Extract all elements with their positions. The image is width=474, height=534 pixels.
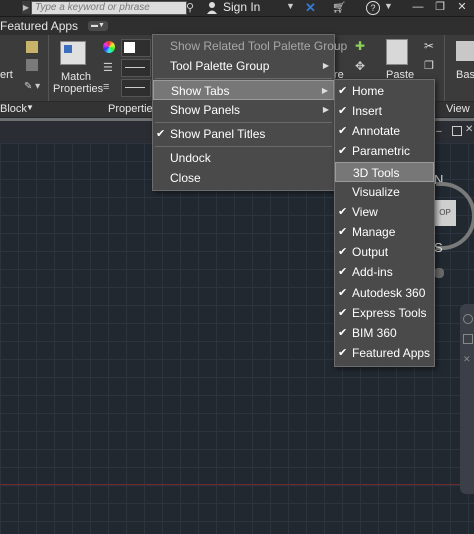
checkmark-icon: ✔ [338, 226, 348, 238]
checkmark-icon: ✔ [338, 347, 348, 359]
chevron-down-icon[interactable]: ▼ [26, 103, 34, 112]
checkmark-icon: ✔ [338, 246, 348, 258]
wcs-menu-button[interactable] [434, 268, 444, 278]
ribbon-tab-row: Featured Apps ▬▼ [0, 17, 474, 35]
submenu-item-annotate[interactable]: ✔ Annotate [335, 121, 434, 141]
block-panel-title[interactable]: Block [0, 103, 27, 115]
checkmark-icon: ✔ [338, 266, 348, 278]
sign-in-link[interactable]: Sign In [223, 0, 260, 14]
select-similar-icon[interactable]: ✥ [355, 59, 365, 73]
viewcube[interactable]: N OP S [434, 172, 474, 292]
submenu-item-add-ins[interactable]: ✔ Add-ins [335, 262, 434, 282]
submenu-item-3d-tools[interactable]: 3D Tools [335, 162, 434, 182]
search-expand-icon[interactable]: ▶ [22, 1, 30, 14]
chevron-down-icon[interactable]: ▼ [286, 1, 295, 11]
submenu-item-home[interactable]: ✔ Home [335, 81, 434, 101]
submenu-arrow-icon: ▶ [322, 61, 329, 70]
checkmark-icon: ✔ [338, 307, 348, 319]
checkmark-icon: ✔ [338, 105, 348, 117]
submenu-item-autodesk-360[interactable]: ✔ Autodesk 360 [335, 283, 434, 303]
linetype-icon[interactable]: ☰ [103, 61, 113, 74]
add-selected-icon[interactable]: ✚ [355, 39, 365, 53]
menu-item-tool-palette-group[interactable]: Tool Palette Group ▶ [153, 56, 334, 76]
ribbon-toggle-button[interactable]: ▬▼ [88, 21, 108, 31]
restore-icon[interactable]: ❐ [430, 0, 450, 14]
viewcube-top-face[interactable]: OP [434, 200, 456, 226]
match-label[interactable]: Match [61, 71, 91, 83]
minimize-icon[interactable]: — [408, 0, 428, 14]
cut-icon[interactable]: ✂ [424, 39, 434, 53]
checkmark-icon: ✔ [338, 85, 348, 97]
submenu-item-featured-apps[interactable]: ✔ Featured Apps [335, 343, 434, 363]
steering-wheel-icon[interactable] [463, 314, 473, 324]
properties-panel-title[interactable]: Properties [108, 103, 158, 115]
color-wheel-icon[interactable] [103, 41, 115, 53]
menu-separator [155, 122, 332, 123]
edit-block-icon[interactable] [26, 59, 38, 71]
exchange-x-icon[interactable]: ✕ [305, 0, 316, 16]
binoculars-icon[interactable]: ⚲ [186, 1, 194, 14]
paste-icon[interactable] [386, 39, 408, 65]
copy-icon[interactable]: ❐ [424, 59, 434, 72]
menu-item-show-panels[interactable]: Show Panels ▶ [153, 100, 334, 120]
submenu-item-visualize[interactable]: Visualize [335, 182, 434, 202]
submenu-item-view[interactable]: ✔ View [335, 202, 434, 222]
submenu-item-manage[interactable]: ✔ Manage [335, 222, 434, 242]
menu-item-show-related-tool-palette-group[interactable]: Show Related Tool Palette Group [153, 36, 347, 56]
menu-separator [155, 78, 332, 79]
menu-item-undock[interactable]: Undock [153, 148, 334, 168]
show-tabs-submenu: ✔ Home ✔ Insert ✔ Annotate ✔ Parametric 3D T… [334, 79, 435, 367]
tab-featured-apps[interactable]: Featured Apps [0, 19, 78, 33]
submenu-item-output[interactable]: ✔ Output [335, 242, 434, 262]
submenu-item-parametric[interactable]: ✔ Parametric [335, 141, 434, 161]
checkmark-icon: ✔ [338, 327, 348, 339]
menu-item-show-tabs[interactable]: Show Tabs ▶ [153, 80, 334, 100]
match-properties-icon[interactable] [60, 41, 86, 65]
view-panel-title[interactable]: View [446, 103, 470, 115]
close-icon[interactable]: ✕ [452, 0, 472, 14]
lineweight-dropdown[interactable] [121, 79, 151, 97]
panel-divider [444, 35, 445, 101]
help-icon[interactable]: ? [366, 1, 380, 15]
block-icon[interactable] [26, 41, 38, 53]
attribute-icon[interactable]: ✎ ▾ [24, 81, 40, 92]
checkmark-icon: ✔ [338, 145, 348, 157]
viewcube-south-label: S [434, 240, 443, 255]
submenu-item-express-tools[interactable]: ✔ Express Tools [335, 303, 434, 323]
menu-item-show-panel-titles[interactable]: ✔ Show Panel Titles [153, 124, 334, 144]
properties-label[interactable]: Properties [53, 83, 103, 95]
zoom-icon[interactable]: ✕ [463, 354, 471, 365]
insert-button-label[interactable]: ert [0, 69, 13, 81]
x-axis-line [0, 484, 474, 485]
panel-divider [48, 35, 49, 101]
checkmark-icon: ✔ [338, 287, 348, 299]
context-menu: Show Related Tool Palette Group Tool Pal… [152, 34, 347, 191]
base-view-icon[interactable] [456, 41, 474, 61]
user-icon[interactable] [206, 1, 218, 14]
checkmark-icon: ✔ [338, 206, 348, 218]
base-label[interactable]: Bas [456, 69, 474, 81]
close-icon[interactable]: ✕ [465, 124, 473, 135]
cart-icon[interactable]: 🛒︎ [332, 1, 346, 14]
color-dropdown[interactable] [121, 39, 151, 57]
menu-item-close[interactable]: Close [153, 168, 334, 188]
linetype-dropdown[interactable] [121, 59, 151, 77]
pan-icon[interactable] [463, 334, 473, 344]
submenu-arrow-icon: ▶ [322, 105, 329, 114]
search-input[interactable]: Type a keyword or phrase [31, 1, 187, 15]
title-bar: ▶ Type a keyword or phrase ⚲ Sign In ▼ ✕… [0, 0, 474, 17]
submenu-item-bim-360[interactable]: ✔ BIM 360 [335, 323, 434, 343]
minimize-icon[interactable]: – [436, 126, 442, 137]
menu-separator [155, 146, 332, 147]
submenu-item-insert[interactable]: ✔ Insert [335, 101, 434, 121]
lineweight-icon[interactable]: ≡ [103, 81, 109, 93]
chevron-down-icon[interactable]: ▼ [384, 1, 393, 11]
checkmark-icon: ✔ [156, 128, 166, 140]
checkmark-icon: ✔ [338, 125, 348, 137]
navigation-bar[interactable]: ✕ [460, 304, 474, 494]
submenu-arrow-icon: ▶ [321, 86, 328, 95]
restore-icon[interactable] [452, 126, 462, 136]
